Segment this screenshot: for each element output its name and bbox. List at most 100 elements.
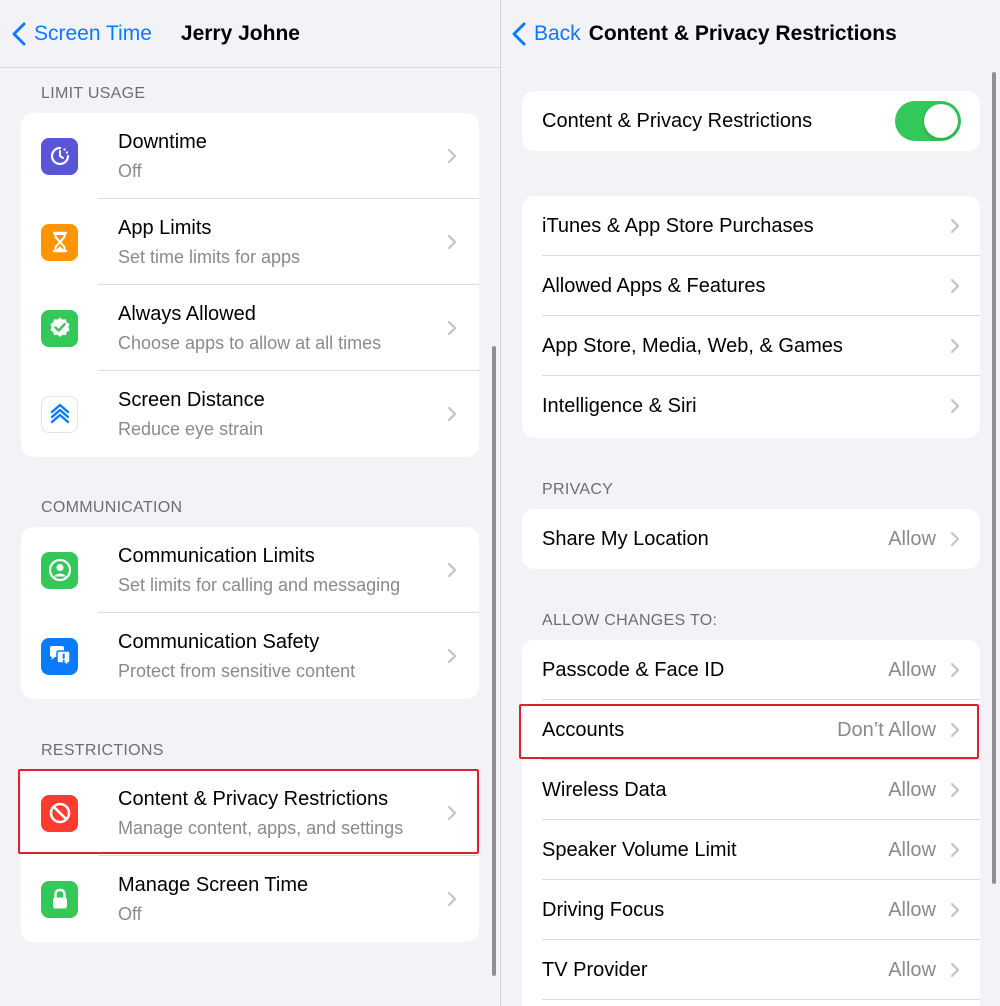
screen-distance-icon [41, 395, 78, 433]
chevron-right-icon [950, 782, 960, 798]
toggle-label: Content & Privacy Restrictions [542, 109, 813, 132]
row-title: Content & Privacy Restrictions [118, 788, 389, 810]
left-scrollbar[interactable] [492, 346, 496, 976]
privacy-group: Share My Location Allow [522, 509, 980, 569]
chat-bubbles-icon [41, 637, 78, 675]
row-communication-safety[interactable]: Communication Safety Protect from sensit… [21, 613, 479, 699]
row-screen-distance[interactable]: Screen Distance Reduce eye strain [21, 371, 479, 457]
back-button[interactable]: Back [512, 22, 581, 46]
downtime-icon [41, 137, 78, 175]
section-header-communication: COMMUNICATION [41, 499, 183, 516]
chevron-right-icon [447, 891, 457, 907]
page-title: Jerry Johne [180, 21, 300, 45]
row-label: Wireless Data [542, 778, 667, 801]
chevron-right-icon [950, 902, 960, 918]
row-subtitle: Protect from sensitive content [118, 661, 356, 681]
row-tv-provider[interactable]: TV Provider Allow [522, 940, 980, 1000]
row-title: Communication Safety [118, 631, 320, 653]
row-label: Allowed Apps & Features [542, 274, 766, 297]
left-navbar: Screen Time Jerry Johne [0, 0, 500, 68]
content-privacy-pane: Back Content & Privacy Restrictions Cont… [501, 0, 1000, 1006]
row-speaker-volume-limit[interactable]: Speaker Volume Limit Allow [522, 820, 980, 880]
chevron-right-icon [950, 842, 960, 858]
row-value: Allow [888, 658, 936, 681]
divider [542, 999, 980, 1000]
row-title: Manage Screen Time [118, 874, 309, 896]
row-driving-focus[interactable]: Driving Focus Allow [522, 880, 980, 940]
section-header-restrictions: RESTRICTIONS [41, 742, 164, 759]
row-share-my-location[interactable]: Share My Location Allow [522, 509, 980, 569]
restrictions-group: Content & Privacy Restrictions Manage co… [21, 770, 479, 942]
right-navbar: Back Content & Privacy Restrictions [501, 0, 1000, 68]
row-subtitle: Off [118, 161, 142, 181]
row-title: Always Allowed [118, 303, 256, 325]
row-label: Passcode & Face ID [542, 658, 725, 681]
checkmark-seal-icon [41, 309, 78, 347]
toggle-knob [924, 104, 958, 138]
lock-icon [41, 880, 78, 918]
chevron-right-icon [950, 722, 960, 738]
chevron-right-icon [447, 805, 457, 821]
row-label: App Store, Media, Web, & Games [542, 334, 843, 357]
row-always-allowed[interactable]: Always Allowed Choose apps to allow at a… [21, 285, 479, 371]
row-app-limits[interactable]: App Limits Set time limits for apps [21, 199, 479, 285]
chevron-right-icon [447, 648, 457, 664]
chevron-right-icon [950, 278, 960, 294]
row-label: TV Provider [542, 958, 648, 981]
row-value: Allow [888, 527, 936, 550]
chevron-right-icon [447, 148, 457, 164]
row-itunes-app-store-purchases[interactable]: iTunes & App Store Purchases [522, 196, 980, 256]
row-intelligence-siri[interactable]: Intelligence & Siri [522, 376, 980, 436]
row-subtitle: Choose apps to allow at all times [118, 333, 382, 353]
chevron-right-icon [950, 662, 960, 678]
row-label: Intelligence & Siri [542, 394, 697, 417]
screen-time-pane: Screen Time Jerry Johne LIMIT USAGE Down… [0, 0, 500, 1006]
row-value: Allow [888, 838, 936, 861]
row-subtitle: Set time limits for apps [118, 247, 301, 267]
section-header-allow-changes: ALLOW CHANGES TO: [542, 612, 718, 629]
row-wireless-data[interactable]: Wireless Data Allow [522, 760, 980, 820]
row-value: Don’t Allow [837, 718, 936, 741]
section-header-privacy: PRIVACY [542, 481, 614, 498]
row-label: Accounts [542, 718, 625, 741]
content-privacy-toggle[interactable] [895, 101, 961, 141]
restriction-menu-group: iTunes & App Store Purchases Allowed App… [522, 196, 980, 438]
row-title: Screen Distance [118, 389, 265, 411]
row-content-privacy-restrictions[interactable]: Content & Privacy Restrictions Manage co… [21, 770, 479, 856]
row-communication-limits[interactable]: Communication Limits Set limits for call… [21, 527, 479, 613]
chevron-left-icon [512, 22, 526, 46]
row-content-privacy-toggle: Content & Privacy Restrictions [522, 91, 980, 151]
row-subtitle: Off [118, 904, 142, 924]
row-manage-screen-time[interactable]: Manage Screen Time Off [21, 856, 479, 942]
right-scrollbar[interactable] [992, 72, 996, 884]
row-subtitle: Set limits for calling and messaging [118, 575, 401, 595]
person-circle-icon [41, 551, 78, 589]
allow-changes-group: Passcode & Face ID Allow Accounts Don’t … [522, 640, 980, 1006]
row-app-store-media-web-games[interactable]: App Store, Media, Web, & Games [522, 316, 980, 376]
chevron-right-icon [950, 218, 960, 234]
row-label: iTunes & App Store Purchases [542, 214, 814, 237]
limit-usage-group: Downtime Off App Limits Set time limits … [21, 113, 479, 457]
chevron-right-icon [447, 234, 457, 250]
back-label: Back [534, 22, 581, 45]
chevron-right-icon [447, 562, 457, 578]
chevron-right-icon [950, 962, 960, 978]
row-passcode-face-id[interactable]: Passcode & Face ID Allow [522, 640, 980, 700]
hourglass-icon [41, 223, 78, 261]
row-value: Allow [888, 778, 936, 801]
row-value: Allow [888, 898, 936, 921]
row-allowed-apps-features[interactable]: Allowed Apps & Features [522, 256, 980, 316]
chevron-right-icon [950, 338, 960, 354]
row-accounts[interactable]: Accounts Don’t Allow [522, 700, 980, 760]
back-button-screen-time[interactable]: Screen Time [12, 22, 152, 46]
row-label: Driving Focus [542, 898, 665, 921]
row-title: Communication Limits [118, 545, 315, 567]
communication-group: Communication Limits Set limits for call… [21, 527, 479, 699]
master-toggle-group: Content & Privacy Restrictions [522, 91, 980, 151]
row-downtime[interactable]: Downtime Off [21, 113, 479, 199]
chevron-right-icon [447, 320, 457, 336]
chevron-right-icon [950, 398, 960, 414]
row-title: Downtime [118, 131, 207, 153]
section-header-limit-usage: LIMIT USAGE [41, 85, 146, 102]
row-value: Allow [888, 958, 936, 981]
